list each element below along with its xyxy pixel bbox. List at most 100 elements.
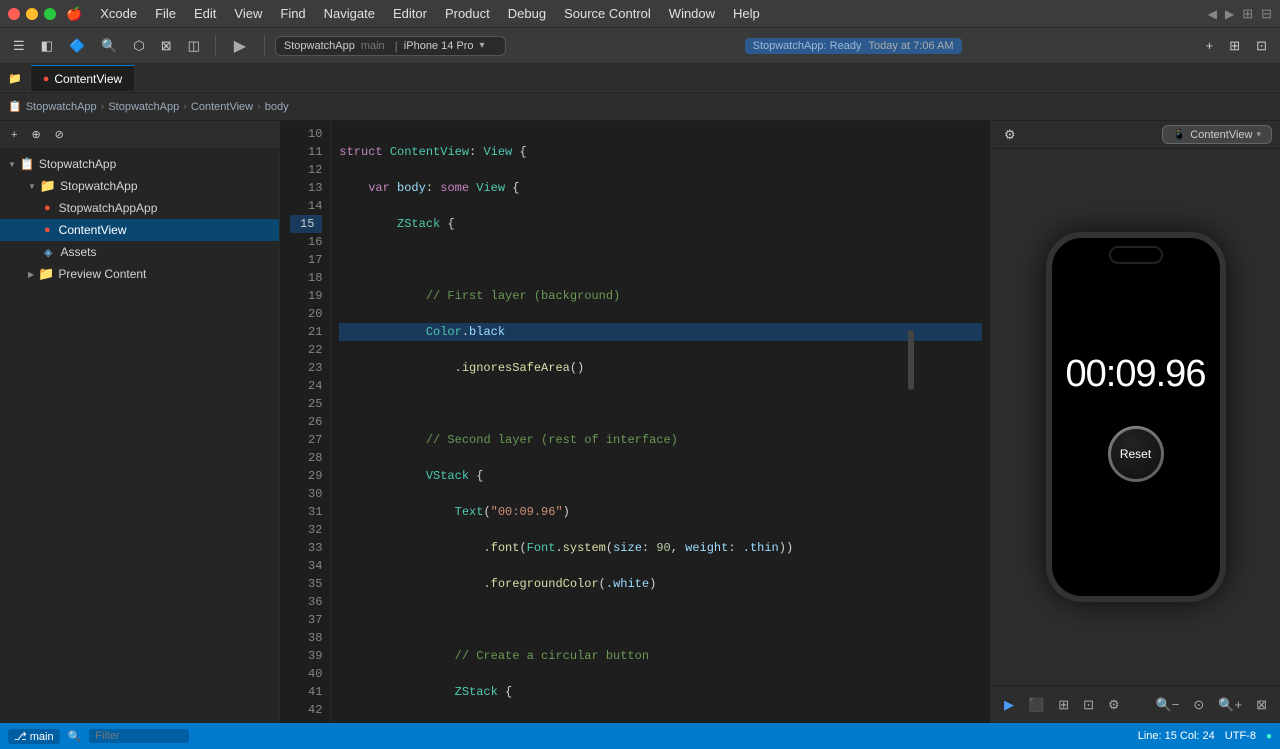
bookmark-btn[interactable]: ⬡ xyxy=(128,35,149,57)
add-editor-btn[interactable]: + xyxy=(1201,35,1219,56)
status-left: ⎇ main 🔍 xyxy=(8,729,189,744)
chevron-down-icon-preview: ▾ xyxy=(1256,129,1261,140)
sidebar-item-folder[interactable]: ▼ 📁 StopwatchApp xyxy=(0,175,279,197)
preview-device-orient-btn[interactable]: ⊡ xyxy=(1078,694,1099,716)
preview-device-selector[interactable]: 📱 ContentView ▾ xyxy=(1162,125,1272,144)
device-chevron-icon: ▾ xyxy=(480,40,485,51)
resize-handle[interactable] xyxy=(908,330,914,390)
sidebar-tree: ▼ 📋 StopwatchApp ▼ 📁 StopwatchApp ● Stop… xyxy=(0,149,279,723)
titlebar-right: ◀ ▶ ⊞ ⊟ xyxy=(1208,6,1272,22)
menu-file[interactable]: File xyxy=(155,6,176,21)
sidebar-item-label-root: StopwatchApp xyxy=(39,157,116,171)
sidebar-item-label-assets: Assets xyxy=(60,245,96,259)
menu-help[interactable]: Help xyxy=(733,6,760,21)
reset-button-circle[interactable]: Reset xyxy=(1108,426,1164,482)
zoom-fit-btn[interactable]: ⊙ xyxy=(1188,694,1209,716)
zoom-100-btn[interactable]: ⊠ xyxy=(1251,694,1272,716)
toolbar-divider-2 xyxy=(264,36,265,56)
breadcrumb-contentview[interactable]: ContentView xyxy=(191,101,253,113)
reset-button-label: Reset xyxy=(1120,447,1151,461)
menu-view[interactable]: View xyxy=(234,6,262,21)
menu-editor[interactable]: Editor xyxy=(393,6,427,21)
encoding-indicator: UTF-8 xyxy=(1225,730,1256,742)
sidebar-item-project-root[interactable]: ▼ 📋 StopwatchApp xyxy=(0,153,279,175)
menu-navigate[interactable]: Navigate xyxy=(324,6,375,21)
menu-bar: 🍎 Xcode File Edit View Find Navigate Edi… xyxy=(66,6,760,22)
toolbar: ☰ ◧ 🔷 🔍 ⬡ ⊠ ◫ ▶ StopwatchApp main | iPho… xyxy=(0,28,1280,64)
status-indicator-dot: ● xyxy=(1266,731,1272,742)
preview-panel: ⚙ 📱 ContentView ▾ 00:09.96 xyxy=(990,121,1280,723)
zoom-out-btn[interactable]: 🔍− xyxy=(1151,694,1185,716)
preview-record-btn[interactable]: ⬛ xyxy=(1023,694,1049,716)
reset-button-inner: Reset xyxy=(1111,429,1161,479)
tab-bar: 📁 ● ContentView xyxy=(0,64,1280,92)
sidebar-filter-btn[interactable]: ⊕ xyxy=(26,125,45,144)
swift-file-icon-2: ● xyxy=(44,224,51,236)
swift-icon: ● xyxy=(43,73,50,85)
sidebar-item-appswift[interactable]: ● StopwatchAppApp xyxy=(0,197,279,219)
menu-xcode[interactable]: Xcode xyxy=(100,6,137,21)
sidebar-item-preview[interactable]: ▶ 📁 Preview Content xyxy=(0,263,279,285)
project-scheme-label: StopwatchApp xyxy=(284,40,355,52)
folder-icon: 📁 xyxy=(40,178,56,194)
menu-product[interactable]: Product xyxy=(445,6,490,21)
sidebar: + ⊕ ⊘ ▼ 📋 StopwatchApp ▼ 📁 StopwatchApp xyxy=(0,121,280,723)
project-branch-label: main xyxy=(361,40,385,52)
hierarchy-btn[interactable]: ⊠ xyxy=(156,35,177,57)
tab-label: ContentView xyxy=(54,72,122,86)
menu-find[interactable]: Find xyxy=(280,6,305,21)
preview-device-label: ContentView xyxy=(1190,129,1252,141)
menu-debug[interactable]: Debug xyxy=(508,6,546,21)
code-editor[interactable]: 10 11 12 13 14 15 16 17 18 19 20 21 22 2… xyxy=(280,121,990,723)
asset-icon: ◈ xyxy=(44,246,52,259)
menu-source-control[interactable]: Source Control xyxy=(564,6,651,21)
tab-contentview[interactable]: ● ContentView xyxy=(31,65,135,91)
sidebar-item-assets[interactable]: ◈ Assets xyxy=(0,241,279,263)
filter-input[interactable] xyxy=(89,729,189,743)
close-btn[interactable] xyxy=(8,8,20,20)
sidebar-toggle-btn[interactable]: ☰ xyxy=(8,35,30,57)
preview-grid-btn[interactable]: ⊞ xyxy=(1053,694,1074,716)
preview-canvas: 00:09.96 Reset xyxy=(991,149,1280,685)
sidebar-item-contentview[interactable]: ● ContentView xyxy=(0,219,279,241)
breakpoints-btn[interactable]: 🔷 xyxy=(64,35,90,57)
breadcrumb-stopwatchapp-1[interactable]: StopwatchApp xyxy=(26,101,97,113)
run-button[interactable]: ▶ xyxy=(226,32,254,60)
menu-window[interactable]: Window xyxy=(669,6,715,21)
minimize-btn[interactable] xyxy=(26,8,38,20)
filter-label: 🔍 xyxy=(68,730,82,743)
preview-bottom-toolbar: ▶ ⬛ ⊞ ⊡ ⚙ 🔍− ⊙ 🔍+ ⊠ xyxy=(991,685,1280,723)
navigator-filter-btn[interactable]: 🔍 xyxy=(96,35,122,57)
preview-icon: 📱 xyxy=(1173,128,1187,141)
preview-settings-btn[interactable]: ⚙ xyxy=(999,124,1021,146)
preview-left-tools: ▶ ⬛ ⊞ ⊡ ⚙ xyxy=(999,694,1125,716)
source-btn[interactable]: ◫ xyxy=(183,35,205,57)
sidebar-sort-btn[interactable]: ⊘ xyxy=(50,125,69,144)
device-selector[interactable]: StopwatchApp main | iPhone 14 Pro ▾ xyxy=(275,36,506,56)
preview-toolbar: ⚙ 📱 ContentView ▾ xyxy=(991,121,1280,149)
phone-screen: 00:09.96 Reset xyxy=(1052,238,1220,596)
code-content: 10 11 12 13 14 15 16 17 18 19 20 21 22 2… xyxy=(280,121,990,723)
menu-edit[interactable]: Edit xyxy=(194,6,216,21)
preview-play-btn[interactable]: ▶ xyxy=(999,694,1019,716)
build-status: StopwatchApp: Ready Today at 7:06 AM xyxy=(745,38,962,54)
sidebar-add-btn[interactable]: + xyxy=(6,126,22,144)
line-col-info: Line: 15 Col: 24 xyxy=(1138,730,1215,742)
preview-settings2-btn[interactable]: ⚙ xyxy=(1103,694,1125,716)
breadcrumb-body[interactable]: body xyxy=(265,101,289,113)
breadcrumb-stopwatchapp-2[interactable]: StopwatchApp xyxy=(108,101,179,113)
menu-apple[interactable]: 🍎 xyxy=(66,6,82,22)
layout-btn[interactable]: ⊞ xyxy=(1224,35,1245,57)
source-control-status[interactable]: ⎇ main xyxy=(8,729,60,744)
sidebar-item-label-appswift: StopwatchAppApp xyxy=(59,201,158,215)
maximize-btn[interactable] xyxy=(44,8,56,20)
device-separator: | xyxy=(395,39,398,53)
main-content: + ⊕ ⊘ ▼ 📋 StopwatchApp ▼ 📁 StopwatchApp xyxy=(0,121,1280,723)
phone-mockup: 00:09.96 Reset xyxy=(1046,232,1226,602)
inspector-toggle-btn[interactable]: ⊡ xyxy=(1251,35,1272,57)
show-navigators-btn[interactable]: ◧ xyxy=(36,35,58,57)
project-icon: 📋 xyxy=(20,157,35,171)
chevron-down-icon-2: ▼ xyxy=(28,182,36,191)
sidebar-item-label-preview: Preview Content xyxy=(58,267,146,281)
zoom-in-btn[interactable]: 🔍+ xyxy=(1213,694,1247,716)
